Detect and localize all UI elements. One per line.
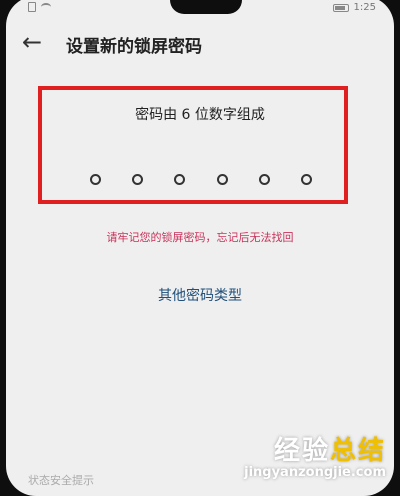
pin-dot (174, 174, 186, 185)
other-password-types-link[interactable]: 其他密码类型 (6, 285, 394, 305)
page-title: 设置新的锁屏密码 (66, 37, 202, 57)
watermark-url: jingyanzongjie.com (244, 465, 386, 480)
status-left (28, 2, 51, 12)
status-right: 1:25 (332, 2, 376, 13)
phone-screen: 1:25 ← 设置新的锁屏密码 密码由 6 位数字组成 请牢记您的锁屏密码，忘记… (6, 0, 394, 496)
watermark-title: 经验总结 (273, 436, 386, 466)
pin-dot (258, 174, 270, 185)
pin-dot (132, 174, 144, 185)
sim-icon (28, 2, 36, 12)
pin-input[interactable] (90, 174, 312, 190)
pin-warning: 请牢记您的锁屏密码，忘记后无法找回 (106, 231, 294, 244)
back-arrow-icon[interactable]: ← (22, 28, 50, 56)
status-bar: 1:25 (6, 0, 394, 18)
battery-icon (332, 3, 349, 12)
watermark: 经验总结 jingyanzongjie.com (244, 430, 386, 480)
bottom-hint: 状态安全提示 (28, 474, 94, 487)
status-time: 1:25 (353, 2, 376, 13)
pin-dot (90, 174, 101, 185)
pin-dot (300, 174, 312, 185)
header: ← 设置新的锁屏密码 (6, 24, 394, 64)
wifi-icon (41, 3, 51, 11)
pin-instruction: 密码由 6 位数字组成 (135, 107, 265, 123)
pin-dot (216, 174, 228, 185)
